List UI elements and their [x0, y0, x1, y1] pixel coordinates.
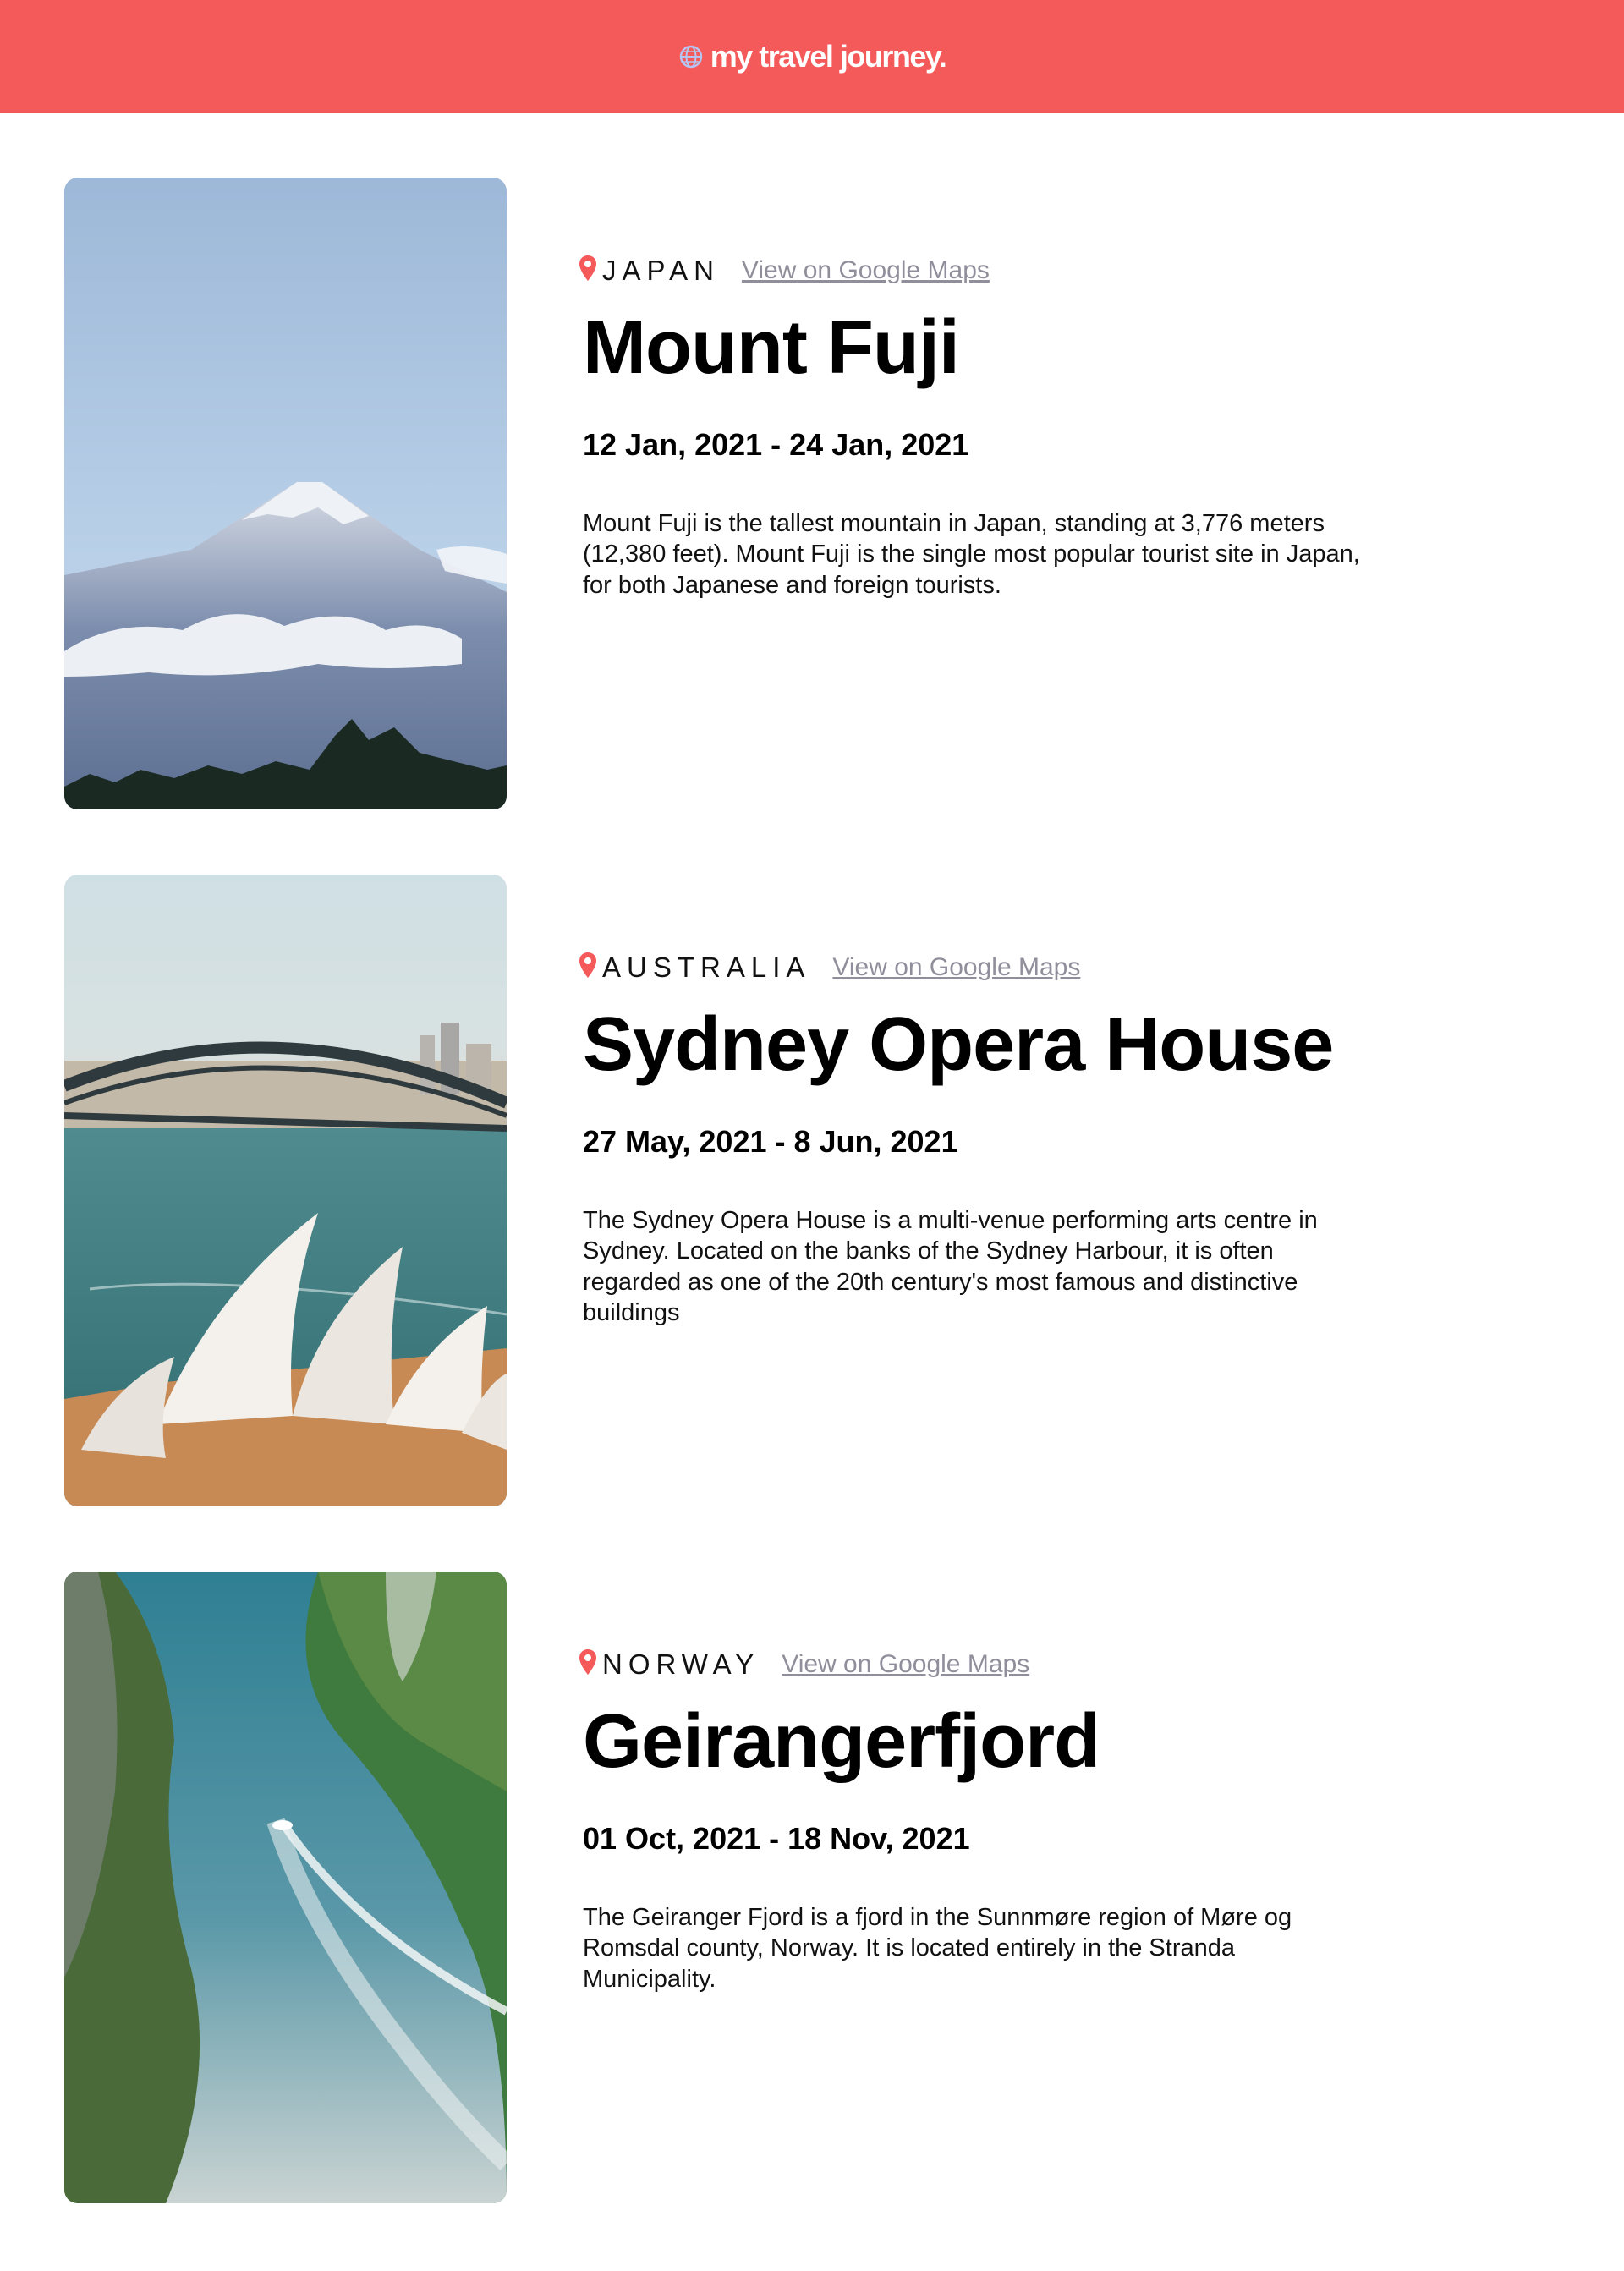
entry-dates: 27 May, 2021 - 8 Jun, 2021	[583, 1124, 958, 1159]
entry-description: Mount Fuji is the tallest mountain in Ja…	[583, 510, 1360, 599]
journal-entry: NORWAY View on Google Maps Geirangerfjor…	[0, 1572, 1624, 2268]
country-label: AUSTRALIA	[602, 952, 811, 983]
entry-info: NORWAY View on Google Maps Geirangerfjor…	[579, 1646, 1391, 1994]
entry-description: The Sydney Opera House is a multi-venue …	[583, 1207, 1318, 1326]
country-label: NORWAY	[602, 1648, 760, 1680]
geirangerfjord-photo	[64, 1572, 507, 2203]
location-row: NORWAY View on Google Maps	[579, 1646, 1391, 1683]
sydney-opera-house-photo	[64, 875, 507, 1506]
google-maps-link[interactable]: View on Google Maps	[832, 953, 1080, 982]
brand-name: my travel journey.	[710, 39, 947, 74]
entry-info: AUSTRALIA View on Google Maps Sydney Ope…	[579, 949, 1391, 1328]
entry-info: JAPAN View on Google Maps Mount Fuji 12 …	[579, 252, 1391, 601]
country-label: JAPAN	[602, 255, 720, 286]
top-bar: my travel journey.	[0, 0, 1624, 113]
globe-icon	[678, 44, 704, 69]
entry-dates: 12 Jan, 2021 - 24 Jan, 2021	[583, 427, 969, 462]
map-pin-icon	[579, 952, 597, 979]
map-pin-icon	[579, 1648, 597, 1676]
google-maps-link[interactable]: View on Google Maps	[782, 1650, 1029, 1679]
journal-entry: JAPAN View on Google Maps Mount Fuji 12 …	[0, 178, 1624, 875]
entry-description: The Geiranger Fjord is a fjord in the Su…	[583, 1904, 1292, 1993]
entry-title: Geirangerfjord	[583, 1699, 1100, 1784]
journal-entries: JAPAN View on Google Maps Mount Fuji 12 …	[0, 113, 1624, 2268]
map-pin-icon	[579, 255, 597, 282]
location-row: JAPAN View on Google Maps	[579, 252, 1391, 289]
google-maps-link[interactable]: View on Google Maps	[742, 256, 990, 285]
entry-title: Mount Fuji	[583, 305, 960, 390]
journal-entry: AUSTRALIA View on Google Maps Sydney Ope…	[0, 875, 1624, 1572]
entry-title: Sydney Opera House	[583, 1002, 1334, 1087]
mount-fuji-photo	[64, 178, 507, 809]
brand[interactable]: my travel journey.	[678, 39, 947, 74]
entry-dates: 01 Oct, 2021 - 18 Nov, 2021	[583, 1821, 970, 1856]
location-row: AUSTRALIA View on Google Maps	[579, 949, 1391, 986]
